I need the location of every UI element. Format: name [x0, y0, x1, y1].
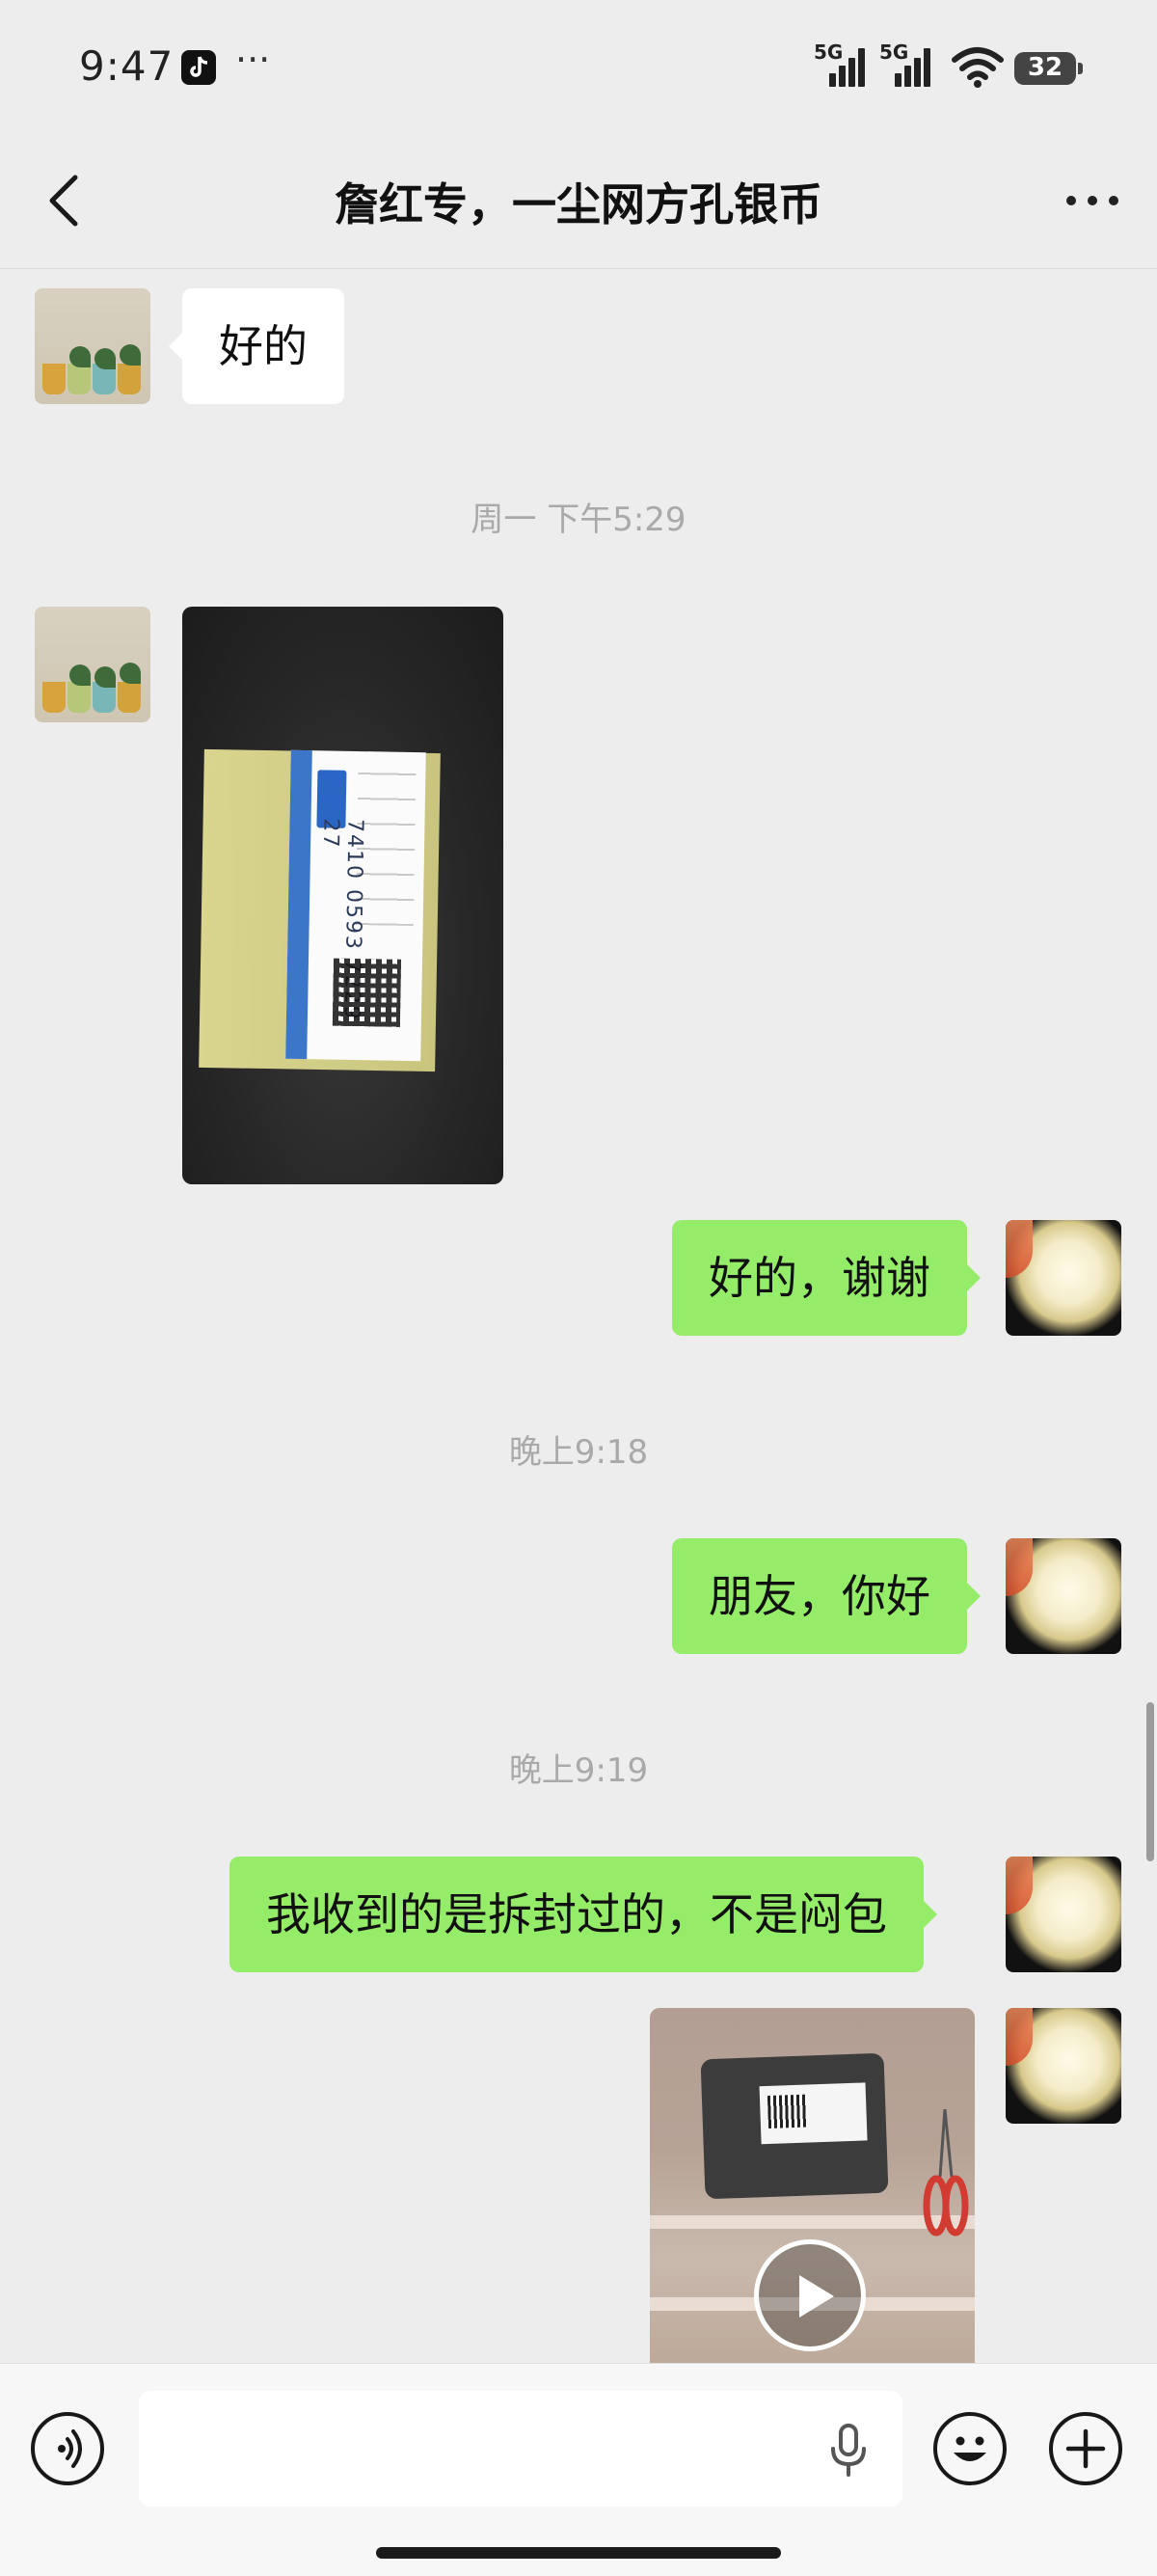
message-bubble-received[interactable]: 好的	[169, 288, 344, 404]
contact-avatar[interactable]	[35, 607, 150, 722]
plus-icon	[1065, 2428, 1106, 2469]
wifi-icon	[951, 46, 1005, 93]
microphone-icon	[831, 2424, 866, 2477]
add-button[interactable]	[1049, 2412, 1122, 2485]
image-message-express-envelope[interactable]: 7410 0593 7229 27	[182, 607, 503, 1184]
chat-title: 詹红专，一尘网方孔银币	[335, 178, 822, 230]
input-bar	[0, 2363, 1157, 2576]
my-avatar[interactable]	[1006, 1220, 1121, 1336]
scissors-image	[923, 2109, 969, 2237]
message-input[interactable]	[139, 2391, 902, 2507]
message-bubble-sent[interactable]: 好的，谢谢	[672, 1220, 981, 1336]
my-avatar[interactable]	[1006, 1857, 1121, 1972]
message-bubble-sent[interactable]: 我收到的是拆封过的，不是闷包	[229, 1857, 937, 1972]
battery-icon: 32	[1014, 52, 1083, 85]
status-time: 9:47	[79, 42, 175, 90]
chat-header: 詹红专，一尘网方孔银币	[0, 135, 1157, 269]
chat-more-button[interactable]	[1061, 170, 1128, 228]
battery-level: 32	[1027, 53, 1063, 82]
scrollbar[interactable]	[1146, 1702, 1154, 1861]
chevron-left-icon	[49, 175, 78, 227]
my-avatar[interactable]	[1006, 1538, 1121, 1654]
status-bar: 9:47 ··· 5G 5G 32	[0, 0, 1157, 135]
my-avatar[interactable]	[1006, 2008, 1121, 2124]
emoji-icon	[954, 2436, 986, 2461]
home-indicator[interactable]	[376, 2547, 781, 2559]
message-timestamp: 晚上9:18	[508, 1433, 649, 1472]
message-bubble-sent[interactable]: 朋友，你好	[672, 1538, 981, 1654]
microphone-button[interactable]	[824, 2422, 873, 2480]
qr-code-image	[332, 958, 402, 1027]
voice-mode-button[interactable]	[31, 2412, 104, 2485]
voice-mode-icon	[58, 2429, 82, 2468]
message-timestamp: 周一 下午5:29	[471, 501, 686, 539]
tiktok-icon	[181, 50, 216, 85]
status-more-indicator: ···	[235, 39, 271, 81]
emoji-button[interactable]	[933, 2412, 1007, 2485]
play-icon[interactable]	[754, 2239, 866, 2351]
message-timestamp: 晚上9:19	[508, 1751, 649, 1790]
video-message-package[interactable]	[650, 2008, 975, 2365]
cellular-signal-1-icon: 5G	[814, 41, 865, 87]
cellular-signal-2-icon: 5G	[879, 41, 930, 87]
contact-avatar[interactable]	[35, 288, 150, 404]
back-button[interactable]	[42, 172, 85, 230]
